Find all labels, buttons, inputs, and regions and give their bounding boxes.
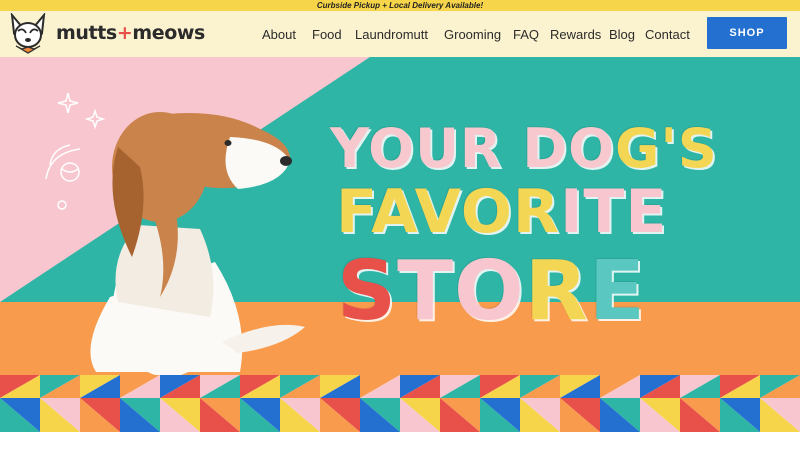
nav-contact[interactable]: Contact xyxy=(645,27,690,42)
brand-name[interactable]: mutts+meows xyxy=(56,22,205,44)
dog-logo-icon[interactable] xyxy=(4,13,52,55)
page-bottom-spacer xyxy=(0,432,800,450)
nav-food[interactable]: Food xyxy=(312,27,342,42)
hero-line-1-a: YOUR DO xyxy=(330,117,616,180)
nav-grooming[interactable]: Grooming xyxy=(444,27,501,42)
brand-word-1: mutts xyxy=(56,22,117,44)
hero-line-1: YOUR DOG'S xyxy=(330,117,730,180)
shop-button[interactable]: SHOP xyxy=(707,17,787,49)
brand-plus: + xyxy=(116,22,133,44)
site-header: mutts+meows About Food Laundromutt Groom… xyxy=(0,11,800,57)
hero-banner: YOUR DOG'S FAVORITE STORE xyxy=(0,57,800,432)
hero-line-3-c: R xyxy=(524,244,589,339)
hero-line-3: STORE xyxy=(337,244,737,339)
hero-line-2: FAVORITE xyxy=(336,177,736,247)
pattern-band xyxy=(0,375,800,432)
hero-line-3-a: S xyxy=(337,244,398,339)
nav-blog[interactable]: Blog xyxy=(609,27,635,42)
hero-line-2-b: ITE xyxy=(560,177,668,247)
nav-rewards[interactable]: Rewards xyxy=(550,27,601,42)
announcement-text: Curbside Pickup + Local Delivery Availab… xyxy=(316,1,484,10)
brand-word-2: meows xyxy=(132,22,205,44)
announcement-bar: Curbside Pickup + Local Delivery Availab… xyxy=(0,0,800,11)
nav-faq[interactable]: FAQ xyxy=(513,27,539,42)
nav-about[interactable]: About xyxy=(262,27,296,42)
nav-laundromutt[interactable]: Laundromutt xyxy=(355,27,428,42)
hero-line-3-d: E xyxy=(588,244,646,339)
hero-line-3-b: TO xyxy=(397,244,525,339)
hero-line-2-a: FAVOR xyxy=(336,177,561,247)
hero-line-1-b: G'S xyxy=(615,117,718,180)
